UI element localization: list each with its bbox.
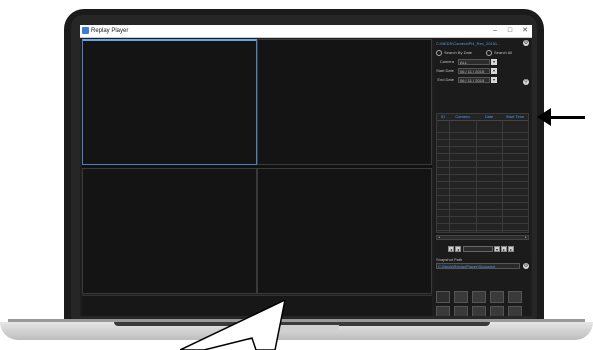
search-all-radio[interactable]: Search All	[486, 50, 512, 56]
close-button[interactable]: ✕	[518, 25, 532, 37]
layout-1-plus-12-button[interactable]	[472, 306, 486, 316]
table-row[interactable]	[437, 176, 528, 182]
layout-1-plus-7-button[interactable]	[454, 306, 468, 316]
layout-custom-button[interactable]	[508, 306, 522, 316]
folder-icon[interactable]: ⚙	[523, 263, 529, 269]
layout-2-plus-8-button[interactable]	[490, 306, 504, 316]
table-header: ID Camera Date Start Time	[437, 114, 528, 121]
rewind-button[interactable]: ◂	[455, 246, 461, 252]
table-row[interactable]	[437, 162, 528, 168]
calendar-icon[interactable]: ▾	[491, 77, 497, 83]
layout-3x3-button[interactable]	[472, 291, 486, 303]
cursor-arrow-icon	[180, 300, 286, 350]
window-title: Replay Player	[91, 28, 129, 34]
minimize-button[interactable]: –	[488, 25, 502, 37]
title-bar: Replay Player – □ ✕	[80, 25, 532, 38]
col-date: Date	[484, 114, 494, 119]
table-row[interactable]	[437, 148, 528, 154]
end-date-field[interactable]: 06 / 11 / 2015	[458, 77, 490, 83]
table-row[interactable]	[437, 155, 528, 161]
snapshot-label: Snapshot Path	[436, 257, 463, 262]
table-row[interactable]	[437, 225, 528, 231]
scroll-right-icon[interactable]: ▸	[524, 236, 528, 239]
start-date-label: Start Date	[435, 68, 454, 73]
table-row[interactable]	[437, 218, 528, 224]
radio-icon	[436, 50, 442, 56]
forward-button[interactable]: ▸	[501, 246, 507, 252]
video-pane-2[interactable]	[257, 39, 432, 165]
replay-player-window: Replay Player – □ ✕ C:\NEDS\Camera\Pl4_R…	[80, 25, 532, 316]
results-table[interactable]: ID Camera Date Start Time	[436, 113, 529, 233]
cursor-arrow-shape	[180, 300, 286, 350]
scroll-left-icon[interactable]: ◂	[437, 236, 441, 239]
video-pane-1[interactable]	[82, 39, 257, 165]
table-row[interactable]	[437, 197, 528, 203]
page-dropdown-button[interactable]: ▾	[494, 246, 500, 252]
end-date-label: End Date	[437, 77, 454, 82]
layout-4x4-button[interactable]	[490, 291, 504, 303]
table-row[interactable]	[437, 169, 528, 175]
table-scrollbar[interactable]: ◂ ▸	[436, 235, 529, 240]
video-pane-4[interactable]	[257, 168, 432, 294]
col-start-time: Start Time	[505, 114, 525, 119]
chevron-down-icon[interactable]: ▾	[491, 59, 497, 65]
table-row[interactable]	[437, 183, 528, 189]
table-row[interactable]	[437, 141, 528, 147]
radio-icon	[486, 50, 492, 56]
col-camera: Camera	[455, 114, 470, 119]
table-row[interactable]	[437, 127, 528, 133]
maximize-button[interactable]: □	[503, 25, 517, 37]
table-row[interactable]	[437, 204, 528, 210]
gear-icon[interactable]: ⚙	[523, 40, 529, 46]
camera-select[interactable]: ALL	[458, 59, 490, 65]
record-path: C:\NEDS\Camera\Pl4_Rec_20151...	[436, 41, 501, 46]
col-id: ID	[441, 114, 445, 119]
arrow-left-icon	[537, 108, 551, 126]
table-row[interactable]	[437, 134, 528, 140]
layout-5x5-button[interactable]	[508, 291, 522, 303]
search-icon[interactable]: ⚲	[523, 79, 529, 85]
layout-1x1-button[interactable]	[436, 291, 450, 303]
arrow-shaft	[545, 116, 585, 119]
prev-page-button[interactable]: ◂	[448, 246, 454, 252]
search-panel: C:\NEDS\Camera\Pl4_Rec_20151... ⚙ Search…	[434, 39, 531, 316]
search-by-date-label: Search By Date	[444, 50, 473, 56]
page-select[interactable]	[463, 246, 493, 252]
video-pane-3[interactable]	[82, 168, 257, 294]
calendar-icon[interactable]: ▾	[491, 68, 497, 74]
search-all-label: Search All	[494, 50, 513, 56]
layout-1-plus-5-button[interactable]	[436, 306, 450, 316]
camera-label: Camera	[439, 59, 454, 64]
start-date-field[interactable]: 06 / 11 / 2015	[458, 68, 490, 74]
search-by-date-radio[interactable]: Search By Date	[436, 50, 472, 56]
snapshot-path-field[interactable]: C:\Neds\ReplayPlayer\Snapshot	[436, 263, 520, 269]
table-row[interactable]	[437, 211, 528, 217]
app-icon	[82, 27, 89, 34]
next-page-button[interactable]: ▸	[508, 246, 514, 252]
video-grid	[82, 39, 432, 294]
table-row[interactable]	[437, 190, 528, 196]
layout-2x2-button[interactable]	[454, 291, 468, 303]
